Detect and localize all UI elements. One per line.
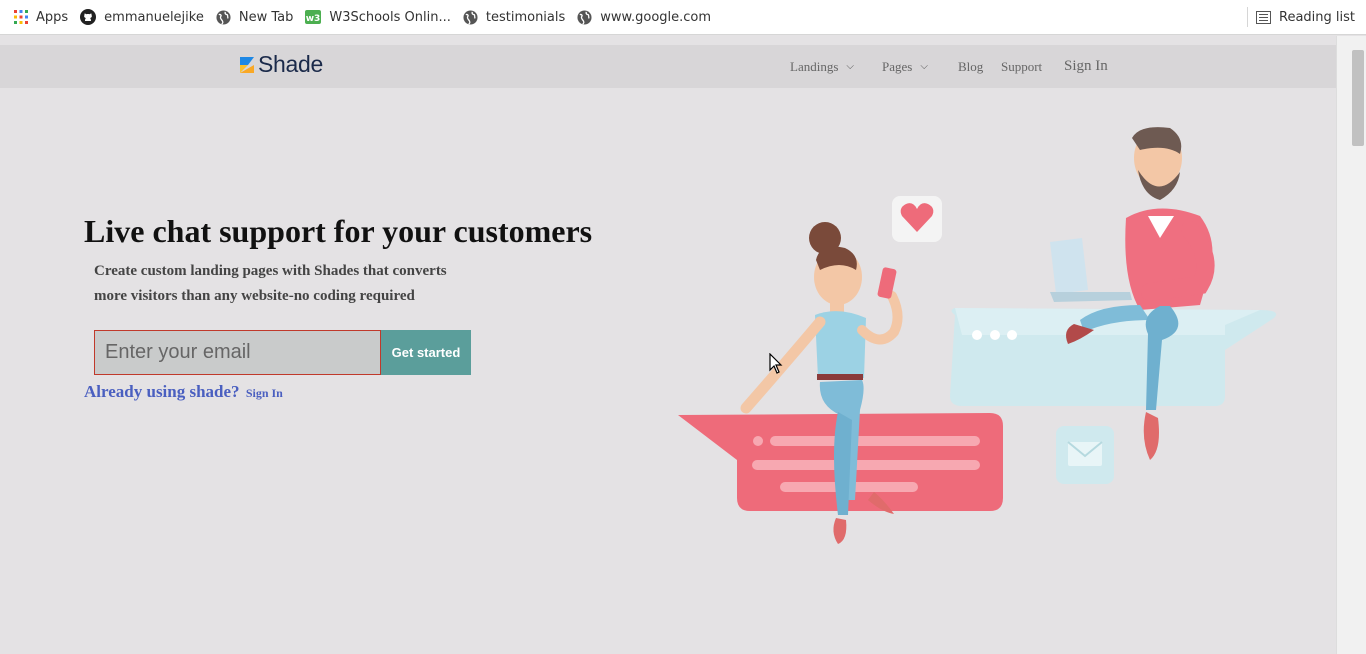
reading-list-icon — [1256, 11, 1271, 24]
nav-signin[interactable]: Sign In — [1064, 45, 1108, 88]
nav-landings-label: Landings — [790, 58, 839, 74]
get-started-button[interactable]: Get started — [381, 330, 471, 375]
reading-list-button[interactable]: Reading list — [1256, 0, 1355, 35]
shade-logo[interactable]: Shade — [238, 51, 323, 78]
hero-subtitle-line: Create custom landing pages with Shades … — [94, 263, 447, 279]
shade-logo-icon — [240, 56, 254, 73]
nav-blog-label: Blog — [958, 58, 984, 74]
man-figure — [1050, 127, 1215, 460]
mail-card — [1056, 426, 1114, 484]
bookmark-label: New Tab — [238, 9, 294, 25]
already-using-prompt: Already using shade? Sign In — [84, 382, 283, 402]
site-navbar: Shade Landings ⌵ Pages ⌵ Blog Support Si… — [0, 45, 1336, 88]
nav-support-label: Support — [1001, 58, 1043, 74]
hero-subtitle-line: more visitors than any website-no coding… — [94, 288, 415, 304]
bookmark-label: testimonials — [485, 9, 566, 25]
hero-subtitle: Create custom landing pages with Shades … — [94, 259, 474, 309]
bookmark-new-tab[interactable]: New Tab — [210, 0, 300, 35]
nav-pages-label: Pages — [882, 58, 913, 74]
chevron-down-icon: ⌵ — [920, 61, 928, 72]
nav-signin-label: Sign In — [1064, 58, 1108, 74]
bookmark-label: emmanuelejike — [104, 9, 204, 25]
mouse-cursor-icon — [769, 353, 783, 374]
reading-list-label: Reading list — [1279, 10, 1355, 25]
bookmark-google[interactable]: www.google.com — [571, 0, 717, 35]
bookmarks-divider — [1247, 7, 1248, 27]
heart-card — [892, 196, 942, 242]
globe-icon — [577, 9, 592, 25]
bookmark-apps[interactable]: Apps — [8, 0, 74, 35]
svg-text:w3: w3 — [306, 14, 321, 24]
email-input[interactable] — [94, 330, 381, 375]
hero-title: Live chat support for your customers — [84, 213, 593, 249]
chevron-down-icon: ⌵ — [846, 61, 854, 72]
already-using-text: Already using shade? — [84, 382, 240, 401]
apps-grid-icon — [14, 10, 28, 24]
logo-text: Shade — [258, 51, 324, 77]
nav-support[interactable]: Support — [1001, 45, 1042, 88]
globe-icon — [216, 9, 231, 25]
scrollbar-thumb[interactable] — [1352, 50, 1364, 146]
bookmark-w3schools[interactable]: w3 W3Schools Onlin... — [299, 0, 457, 35]
bookmark-label: Apps — [36, 9, 69, 25]
hero-illustration — [678, 127, 1277, 544]
w3schools-icon: w3 — [305, 10, 322, 24]
globe-icon — [463, 9, 478, 25]
bookmark-label: www.google.com — [600, 9, 712, 25]
signin-link[interactable]: Sign In — [246, 386, 283, 400]
bookmark-testimonials[interactable]: testimonials — [457, 0, 571, 35]
bookmarks-bar: Apps emmanuelejike New Tab w3 W3Schools … — [0, 0, 1366, 35]
nav-landings[interactable]: Landings ⌵ — [790, 45, 854, 88]
nav-pages[interactable]: Pages ⌵ — [882, 45, 928, 88]
bookmark-emmanuelejike[interactable]: emmanuelejike — [74, 0, 210, 35]
nav-blog[interactable]: Blog — [958, 45, 983, 88]
github-icon — [80, 9, 97, 25]
bookmark-label: W3Schools Onlin... — [329, 9, 451, 25]
